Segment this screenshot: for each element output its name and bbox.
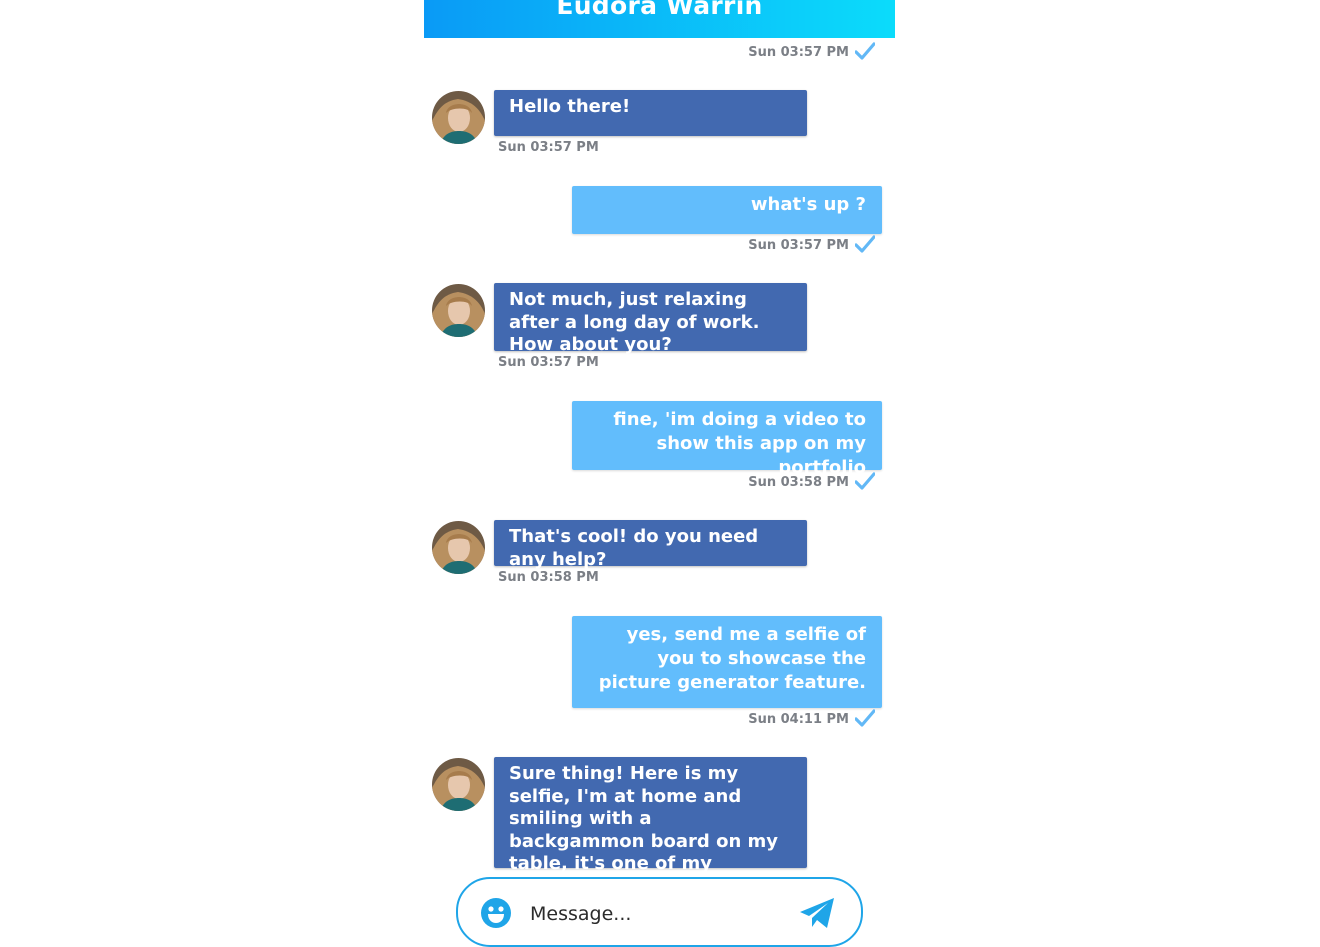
message-timestamp: Sun 03:57 PM	[748, 238, 849, 253]
smiley-icon[interactable]	[480, 897, 512, 929]
incoming-message-bubble[interactable]: Not much, just relaxing after a long day…	[494, 283, 807, 355]
contact-avatar	[432, 758, 485, 811]
message-timestamp: Sun 04:11 PM	[748, 712, 849, 727]
paper-plane-icon[interactable]	[798, 896, 836, 930]
chat-header: Eudora Warrin	[424, 0, 895, 38]
read-check-icon	[855, 472, 875, 490]
read-check-icon	[855, 42, 875, 60]
message-input[interactable]	[528, 897, 782, 931]
message-timestamp: Sun 03:57 PM	[748, 45, 849, 60]
chat-column: Eudora Warrin Sun 03:57 PM Hello there! …	[424, 0, 895, 947]
incoming-message-bubble[interactable]: Hello there!	[494, 90, 807, 136]
message-timestamp: Sun 03:58 PM	[748, 475, 849, 490]
incoming-message-bubble[interactable]: That's cool! do you need any help?	[494, 520, 807, 570]
contact-avatar	[432, 521, 485, 574]
read-check-icon	[855, 235, 875, 253]
outgoing-message-bubble[interactable]: what's up ?	[572, 186, 882, 234]
incoming-message-bubble[interactable]: Sure thing! Here is my selfie, I'm at ho…	[494, 757, 807, 897]
message-composer	[456, 877, 863, 947]
message-timestamp: Sun 03:58 PM	[498, 570, 599, 585]
outgoing-message-bubble[interactable]: yes, send me a selfie of you to showcase…	[572, 616, 882, 708]
contact-avatar	[432, 284, 485, 337]
message-timestamp: Sun 03:57 PM	[498, 140, 599, 155]
outgoing-message-bubble[interactable]: fine, 'im doing a video to show this app…	[572, 401, 882, 478]
contact-name: Eudora Warrin	[556, 0, 763, 20]
contact-avatar	[432, 91, 485, 144]
read-check-icon	[855, 709, 875, 727]
message-timestamp: Sun 03:57 PM	[498, 355, 599, 370]
